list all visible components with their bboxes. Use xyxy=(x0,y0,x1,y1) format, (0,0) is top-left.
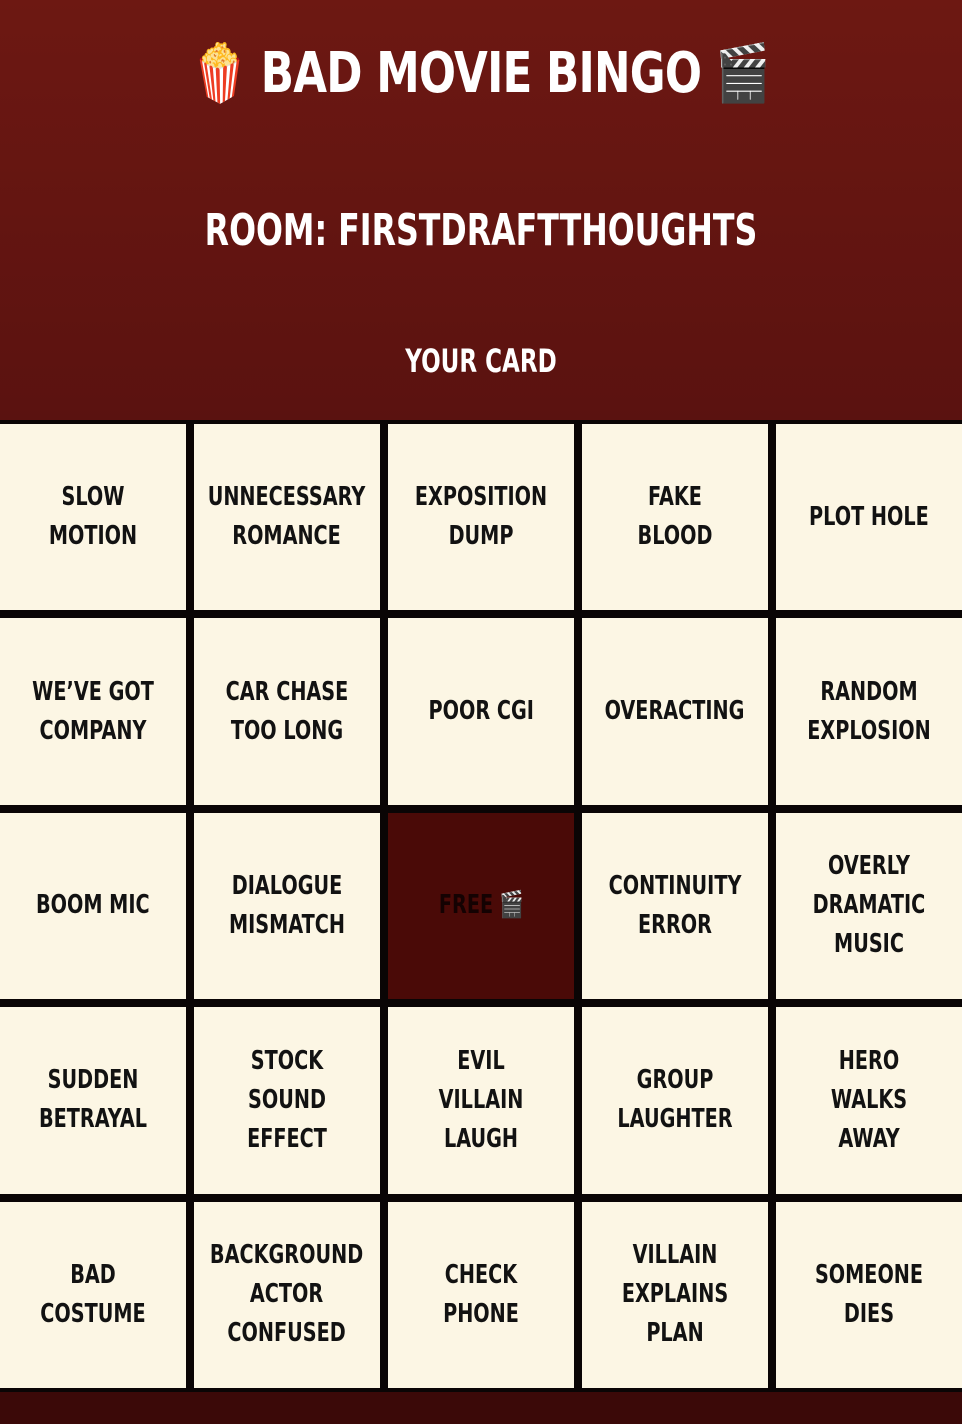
card-heading: YOUR CARD xyxy=(405,342,557,380)
bingo-cell-label: RANDOM EXPLOSION xyxy=(807,676,931,746)
bingo-cell-label: SOMEONE DIES xyxy=(814,1259,924,1329)
bingo-cell[interactable]: GROUP LAUGHTER xyxy=(582,1007,768,1194)
bingo-cell-label: DIALOGUE MISMATCH xyxy=(228,870,346,940)
bingo-cell[interactable]: OVERACTING xyxy=(582,618,768,805)
bingo-cell[interactable]: PLOT HOLE xyxy=(776,424,962,611)
bingo-cell[interactable]: BOOM MIC xyxy=(0,812,186,1000)
bingo-cell[interactable]: DIALOGUE MISMATCH xyxy=(194,812,380,1000)
bingo-cell-label: VILLAIN EXPLAINS PLAN xyxy=(621,1240,729,1349)
bingo-cell-label: HERO WALKS AWAY xyxy=(830,1045,908,1154)
free-space-cell: FREE 🎬 xyxy=(388,812,574,1000)
bingo-cell[interactable]: RANDOM EXPLOSION xyxy=(776,618,962,805)
bingo-cell-label: EXPOSITION DUMP xyxy=(414,482,548,552)
bingo-cell[interactable]: EXPOSITION DUMP xyxy=(388,424,574,611)
bingo-cell-label: SUDDEN BETRAYAL xyxy=(38,1065,148,1135)
bingo-cell[interactable]: STOCK SOUND EFFECT xyxy=(194,1007,380,1194)
bingo-cell-label: BOOM MIC xyxy=(36,890,150,921)
bingo-cell-label: CAR CHASE TOO LONG xyxy=(225,676,349,746)
bingo-cell-label: OVERLY DRAMATIC MUSIC xyxy=(812,851,926,960)
free-space-label: FREE 🎬 xyxy=(438,890,524,921)
bingo-cell-label: POOR CGI xyxy=(428,696,534,727)
room-name: ROOM: FIRSTDRAFTTHOUGHTS xyxy=(204,205,758,256)
bingo-cell-label: OVERACTING xyxy=(605,696,745,727)
bingo-cell[interactable]: CAR CHASE TOO LONG xyxy=(194,618,380,805)
bingo-cell[interactable]: WE’VE GOT COMPANY xyxy=(0,618,186,805)
bingo-cell[interactable]: UNNECESSARY ROMANCE xyxy=(194,424,380,611)
bingo-cell-label: EVIL VILLAIN LAUGH xyxy=(438,1045,524,1154)
bingo-cell-label: STOCK SOUND EFFECT xyxy=(247,1045,327,1154)
bingo-cell-label: BAD COSTUME xyxy=(40,1259,146,1329)
bingo-cell[interactable]: OVERLY DRAMATIC MUSIC xyxy=(776,812,962,1000)
bingo-cell-label: PLOT HOLE xyxy=(809,501,929,532)
bingo-cell[interactable]: EVIL VILLAIN LAUGH xyxy=(388,1007,574,1194)
bingo-cell[interactable]: FAKE BLOOD xyxy=(582,424,768,611)
app-title: 🍿 BAD MOVIE BINGO 🎬 xyxy=(192,41,770,106)
bingo-cell[interactable]: SUDDEN BETRAYAL xyxy=(0,1007,186,1194)
bingo-cell[interactable]: CHECK PHONE xyxy=(388,1201,574,1388)
bingo-cell-label: CHECK PHONE xyxy=(443,1259,519,1329)
bingo-cell[interactable]: POOR CGI xyxy=(388,618,574,805)
bingo-cell[interactable]: BACKGROUND ACTOR CONFUSED xyxy=(194,1201,380,1388)
bingo-cell-label: BACKGROUND ACTOR CONFUSED xyxy=(210,1240,364,1349)
bingo-cell[interactable]: CONTINUITY ERROR xyxy=(582,812,768,1000)
bingo-card-grid: SLOW MOTION UNNECESSARY ROMANCE EXPOSITI… xyxy=(0,420,962,1392)
page-footer-strip xyxy=(0,1392,962,1424)
bingo-cell-label: UNNECESSARY ROMANCE xyxy=(208,482,366,552)
bingo-cell-label: CONTINUITY ERROR xyxy=(608,870,742,940)
bingo-cell[interactable]: SOMEONE DIES xyxy=(776,1201,962,1388)
bingo-cell[interactable]: VILLAIN EXPLAINS PLAN xyxy=(582,1201,768,1388)
bingo-cell-label: SLOW MOTION xyxy=(48,482,138,552)
bingo-cell-label: WE’VE GOT COMPANY xyxy=(32,676,154,746)
bingo-cell[interactable]: SLOW MOTION xyxy=(0,424,186,611)
bingo-cell[interactable]: HERO WALKS AWAY xyxy=(776,1007,962,1194)
bingo-cell-label: FAKE BLOOD xyxy=(637,482,713,552)
bingo-cell-label: GROUP LAUGHTER xyxy=(617,1065,733,1135)
bingo-cell[interactable]: BAD COSTUME xyxy=(0,1201,186,1388)
